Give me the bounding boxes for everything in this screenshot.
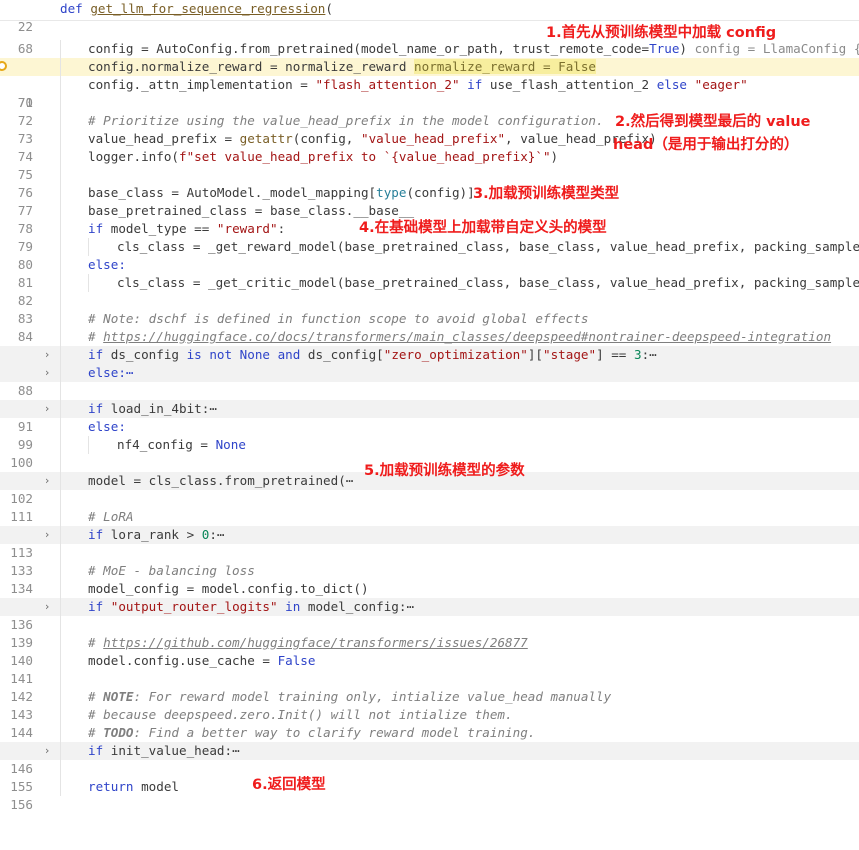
code-text[interactable]: value_head_prefix = getattr(config, "val… [88,130,657,148]
code-line: 78 base_pretrained_class = base_class.__… [0,202,859,236]
code-text[interactable]: if init_value_head:⋯ [88,742,240,760]
code-line: 77 base_class = AutoModel._model_mapping… [0,184,859,218]
sticky-code: def get_llm_for_sequence_regression( [60,1,333,16]
comment: # LoRA [88,509,134,524]
code-text[interactable]: base_class = AutoModel._model_mapping[ty… [88,184,475,202]
code-line-folded: 136 › if "output_router_logits" in model… [0,598,859,632]
code-line: 100 nf4_config = None [0,436,859,470]
code-text[interactable]: if lora_rank > 0:⋯ [88,526,225,544]
sticky-function-header: 22 def get_llm_for_sequence_regression( [0,0,859,34]
comment: # https://huggingface.co/docs/transforme… [88,329,832,344]
code-line-folded: 88 › else:⋯ [0,364,859,398]
fold-chevron-icon[interactable]: › [40,598,54,616]
code-text[interactable]: base_pretrained_class = base_class.__bas… [88,202,414,220]
code-line: 82 cls_class = _get_critic_model(base_pr… [0,274,859,308]
code-line-folded: 113 › if lora_rank > 0:⋯ [0,526,859,560]
breakpoint-icon[interactable] [0,61,7,71]
annotation-4: 4.在基础模型上加载带自定义头的模型 [359,220,607,236]
code-line: 135 model_config = model.config.to_dict(… [0,580,859,614]
code-line-folded: 146 › if init_value_head:⋯ [0,742,859,776]
code-text[interactable]: cls_class = _get_reward_model(base_pretr… [117,238,859,256]
code-line: 156 return model [0,778,859,812]
annotation-2b: head（是用于输出打分的） [613,137,799,153]
code-line: 133 [0,544,859,578]
comment: # Note: dschf is defined in function sco… [88,311,589,326]
code-text[interactable]: if "output_router_logits" in model_confi… [88,598,414,616]
code-line: 141 model.config.use_cache = False [0,652,859,686]
fold-chevron-icon[interactable]: › [40,472,54,490]
fold-chevron-icon[interactable]: › [40,346,54,364]
comment: # NOTE: For reward model training only, … [88,689,612,704]
code-line: 112 # LoRA [0,508,859,542]
code-line: 142 [0,670,859,704]
code-line: 144 # because deepspeed.zero.Init() will… [0,706,859,740]
fold-chevron-icon[interactable]: › [40,364,54,382]
code-line: 99 else: [0,418,859,452]
inline-value-hint: config = LlamaConfig {↳ "_ [694,41,859,56]
code-text[interactable]: return model [88,778,179,796]
code-text[interactable]: config = AutoConfig.from_pretrained(mode… [88,40,859,58]
annotation-3: 3.加载预训练模型类型 [473,186,620,202]
code-line: 76 [0,166,859,200]
comment: # Prioritize using the value_head_prefix… [88,113,604,128]
code-line: 155 [0,760,859,794]
annotation-1: 1.首先从预训练模型中加载 config [546,25,777,41]
code-line-folded: 86 › if ds_config is not None and ds_con… [0,346,859,380]
code-text[interactable]: else: [88,418,126,436]
code-line: 90 [0,382,859,416]
code-line: 84 # Note: dschf is defined in function … [0,310,859,344]
code-line: 81 else: [0,256,859,290]
code-line: 85 # https://huggingface.co/docs/transfo… [0,328,859,362]
code-line: 140 # https://github.com/huggingface/tra… [0,634,859,668]
code-text[interactable]: model_config = model.config.to_dict() [88,580,369,598]
code-line: 143 # NOTE: For reward model training on… [0,688,859,722]
code-line: 134 # MoE - balancing loss [0,562,859,596]
fold-chevron-icon[interactable]: › [40,526,54,544]
code-text[interactable]: cls_class = _get_critic_model(base_pretr… [117,274,859,292]
code-text[interactable]: else:⋯ [88,364,134,382]
code-line: 157 [0,796,859,802]
code-line: 80 cls_class = _get_reward_model(base_pr… [0,238,859,272]
code-text[interactable]: else: [88,256,126,274]
code-line: 83 [0,292,859,326]
code-text[interactable]: nf4_config = None [117,436,246,454]
code-line: 71 config._attn_implementation = "flash_… [0,76,859,110]
code-text[interactable]: logger.info(f"set value_head_prefix to `… [88,148,558,166]
code-text[interactable]: if ds_config is not None and ds_config["… [88,346,657,364]
code-line: 111 [0,490,859,524]
comment: # TODO: Find a better way to clarify rew… [88,725,536,740]
annotation-2a: 2.然后得到模型最后的 value [615,114,811,130]
inline-value-hint: normalize_reward = False [414,59,597,74]
code-text[interactable]: config._attn_implementation = "flash_att… [88,76,748,94]
code-text[interactable]: config.normalize_reward = normalize_rewa… [88,58,597,76]
code-text[interactable]: if load_in_4bit:⋯ [88,400,217,418]
annotation-5: 5.加载预训练模型的参数 [364,463,525,479]
code-line-folded: 91 › if load_in_4bit:⋯ [0,400,859,434]
code-text[interactable]: model.config.use_cache = False [88,652,315,670]
fold-chevron-icon[interactable]: › [40,400,54,418]
comment: # MoE - balancing loss [88,563,255,578]
code-line: 145 # TODO: Find a better way to clarify… [0,724,859,758]
comment-link[interactable]: https://github.com/huggingface/transform… [103,635,528,650]
fold-chevron-icon[interactable]: › [40,742,54,760]
comment-link[interactable]: https://huggingface.co/docs/transformers… [103,329,831,344]
code-line-current: 70 config.normalize_reward = normalize_r… [0,58,859,110]
code-line: 139 [0,616,859,650]
code-text[interactable]: model = cls_class.from_pretrained(⋯ [88,472,353,490]
comment: # https://github.com/huggingface/transfo… [88,635,528,650]
annotation-6: 6.返回模型 [252,777,326,793]
code-line: 72 [0,94,859,128]
comment: # because deepspeed.zero.Init() will not… [88,707,513,722]
code-text[interactable]: if model_type == "reward": [88,220,285,238]
code-line: 69 config = AutoConfig.from_pretrained(m… [0,40,859,74]
